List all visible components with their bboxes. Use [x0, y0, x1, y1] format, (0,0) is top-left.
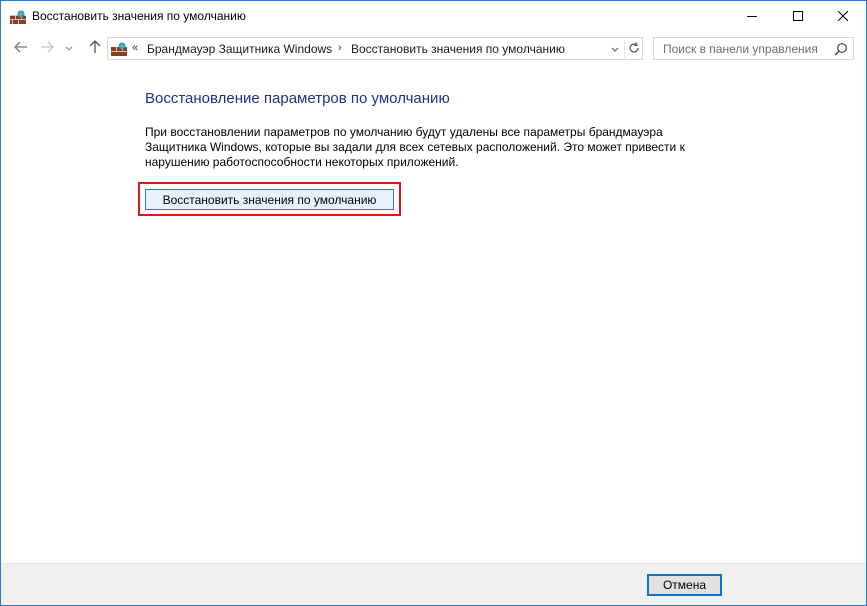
close-button[interactable] [820, 1, 866, 32]
cancel-button[interactable]: Отмена [647, 574, 722, 596]
footer-bar: Отмена [1, 563, 866, 605]
firewall-icon [111, 42, 127, 56]
page-title: Восстановление параметров по умолчанию [145, 90, 450, 107]
chevron-down-icon [65, 41, 73, 55]
restore-defaults-button[interactable]: Восстановить значения по умолчанию [145, 189, 394, 210]
search-input[interactable]: Поиск в панели управления [663, 42, 818, 56]
arrow-up-icon [89, 39, 101, 57]
breadcrumb-firewall[interactable]: Брандмауэр Защитника Windows [147, 42, 332, 56]
breadcrumb-separator[interactable]: › [338, 42, 342, 54]
window-title: Восстановить значения по умолчанию [32, 9, 246, 23]
maximize-icon [793, 10, 803, 24]
up-button[interactable] [86, 39, 104, 57]
refresh-button[interactable] [624, 40, 642, 58]
search-box[interactable]: Поиск в панели управления [653, 37, 854, 60]
navigation-bar: « Брандмауэр Защитника Windows › Восстан… [1, 32, 866, 64]
close-icon [837, 10, 849, 24]
back-button[interactable] [12, 40, 30, 56]
title-bar: Восстановить значения по умолчанию [1, 1, 866, 32]
minimize-icon [747, 10, 757, 24]
firewall-icon [10, 10, 26, 24]
arrow-left-icon [14, 41, 28, 56]
breadcrumb-restore-defaults[interactable]: Восстановить значения по умолчанию [351, 42, 565, 56]
description-text: При восстановлении параметров по умолчан… [145, 125, 685, 169]
address-history-button[interactable] [608, 42, 622, 56]
recent-locations-button[interactable] [63, 40, 75, 56]
control-panel-window: Восстановить значения по умолчанию « Бра… [0, 0, 867, 606]
chevron-down-icon [611, 42, 619, 56]
search-icon[interactable] [834, 42, 848, 56]
main-content: Восстановление параметров по умолчанию П… [1, 64, 866, 563]
breadcrumb-overflow[interactable]: « [132, 42, 138, 54]
refresh-icon [628, 41, 640, 57]
forward-button[interactable] [38, 40, 56, 56]
arrow-right-icon [40, 41, 54, 56]
maximize-button[interactable] [775, 1, 821, 32]
minimize-button[interactable] [729, 1, 775, 32]
address-bar[interactable]: « Брандмауэр Защитника Windows › Восстан… [107, 37, 643, 60]
